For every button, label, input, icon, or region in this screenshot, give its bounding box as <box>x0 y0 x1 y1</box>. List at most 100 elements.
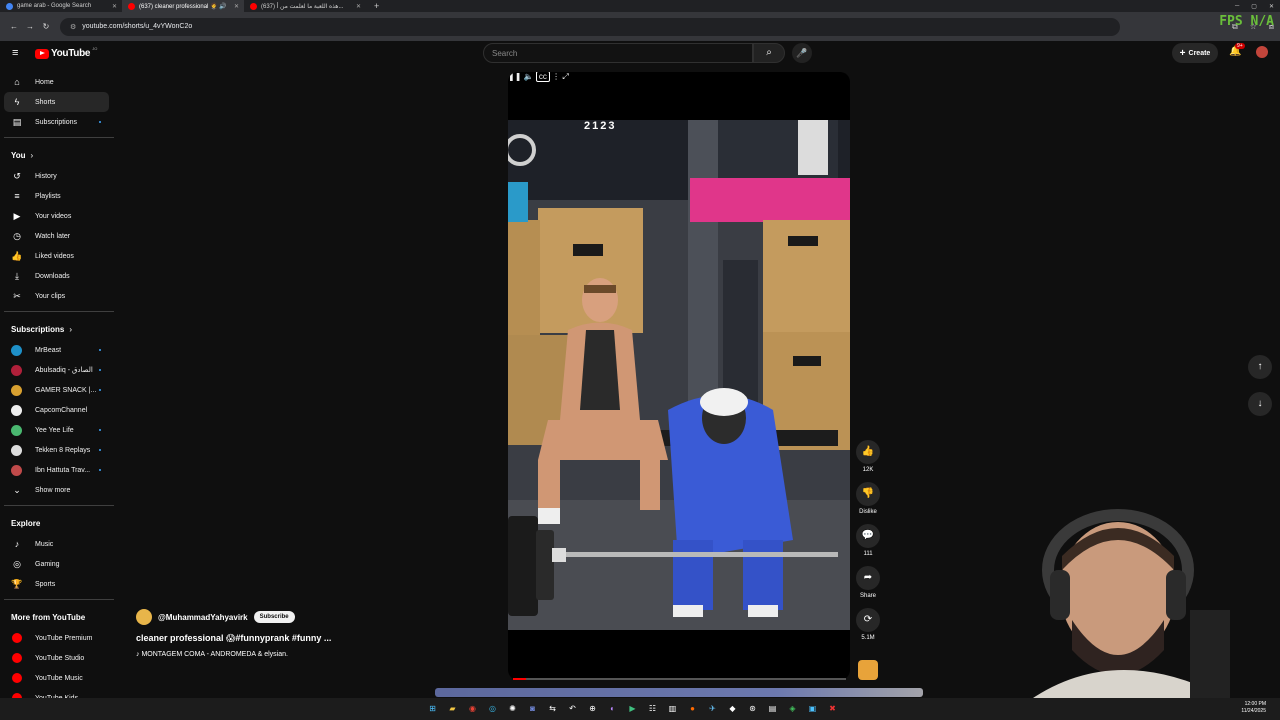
sidebar-subscription-tekken-8-replays[interactable]: Tekken 8 Replays <box>4 440 109 460</box>
reload-icon[interactable]: ↻ <box>38 22 54 31</box>
short-music[interactable]: ♪ MONTAGEM COMA - ANDROMEDA & elysian. <box>136 651 331 658</box>
sidebar-item-music[interactable]: ♪ Music <box>4 534 109 554</box>
windows-start-icon[interactable]: ⊞ <box>425 701 440 716</box>
youtube-logo[interactable]: YouTube JO <box>35 46 97 59</box>
voice-search-button[interactable]: 🎤 <box>792 43 812 63</box>
sidebar-item-youtube-music[interactable]: YouTube Music <box>4 668 109 688</box>
sidebar-item-playlists[interactable]: ≡ Playlists <box>4 186 109 206</box>
sidebar-subscription-abulsadiq[interactable]: Abulsadiq - الصادق <box>4 360 109 380</box>
sidebar-item-history[interactable]: ↺ History <box>4 166 109 186</box>
app-icon[interactable]: ▣ <box>805 701 820 716</box>
channel-name[interactable]: @MuhammadYahyavirk <box>158 613 248 622</box>
sidebar-item-gaming[interactable]: ◎ Gaming <box>4 554 109 574</box>
remix-icon: ⟳ <box>856 608 880 632</box>
chrome-icon[interactable]: ◉ <box>465 701 480 716</box>
sidebar-item-downloads[interactable]: ⤓ Downloads <box>4 266 109 286</box>
app-icon[interactable]: ◆ <box>725 701 740 716</box>
sidebar-item-subscriptions[interactable]: ▤ Subscriptions <box>4 112 109 132</box>
app-icon[interactable]: ✖ <box>825 701 840 716</box>
discord-icon[interactable]: ◙ <box>525 701 540 716</box>
sidebar-item-sports[interactable]: 🏆 Sports <box>4 574 109 594</box>
previous-short-button[interactable]: ↑ <box>1248 355 1272 379</box>
sidebar-item-label: Sports <box>35 580 56 588</box>
account-avatar[interactable] <box>1256 46 1268 58</box>
sidebar-subscription-capcomchannel[interactable]: CapcomChannel <box>4 400 109 420</box>
forward-icon[interactable]: → <box>22 22 38 31</box>
app-icon[interactable]: ⊛ <box>745 701 760 716</box>
steam-icon[interactable]: ✈ <box>705 701 720 716</box>
sidebar-item-your-clips[interactable]: ✂ Your clips <box>4 286 109 306</box>
dislike-icon: 👎 <box>856 482 880 506</box>
sidebar-subscription-mrbeast[interactable]: MrBeast <box>4 340 109 360</box>
dislike-button[interactable]: 👎 Dislike <box>856 482 880 515</box>
sidebar-subscription-ibn-hattuta-trav[interactable]: Ibn Hattuta Trav... <box>4 460 109 480</box>
volume-icon[interactable]: 🔈 <box>524 72 534 81</box>
remix-button[interactable]: ⟳ 5.1M <box>856 608 880 641</box>
short-title[interactable]: cleaner professional 😱#funnyprank #funny… <box>136 633 331 644</box>
video-frame[interactable] <box>508 120 850 630</box>
back-icon[interactable]: ← <box>6 22 22 31</box>
you-section-heading[interactable]: You › <box>0 144 115 166</box>
captions-icon[interactable]: cc <box>535 72 550 82</box>
new-tab-icon[interactable]: + <box>366 1 379 11</box>
share-button[interactable]: ➦ Share <box>856 566 880 599</box>
sidebar-item-watch-later[interactable]: ◷ Watch later <box>4 226 109 246</box>
sidebar-subscription-gamer-snack[interactable]: GAMER SNACK |... <box>4 380 109 400</box>
app-icon[interactable]: ● <box>685 701 700 716</box>
pause-icon[interactable]: ❚❚ <box>508 72 521 81</box>
file-explorer-icon[interactable]: ▰ <box>445 701 460 716</box>
maximize-icon[interactable]: ▢ <box>1251 3 1257 10</box>
tab-close-icon[interactable]: ✕ <box>356 3 361 10</box>
fullscreen-icon[interactable]: ⤢ <box>562 72 568 81</box>
next-short-button[interactable]: ↓ <box>1248 392 1272 416</box>
channel-avatar[interactable] <box>136 609 152 625</box>
video-counter-text: 2123 <box>584 120 617 132</box>
menu-icon[interactable]: ≡ <box>12 47 18 59</box>
sidebar-item-your-videos[interactable]: ▶ Your videos <box>4 206 109 226</box>
video-progress-bar[interactable] <box>513 678 846 680</box>
app-icon[interactable]: ⊕ <box>585 701 600 716</box>
sidebar-item-liked-videos[interactable]: 👍 Liked videos <box>4 246 109 266</box>
sidebar-item-home[interactable]: ⌂ Home <box>4 72 109 92</box>
tab-close-icon[interactable]: ✕ <box>112 3 117 10</box>
system-clock[interactable]: 12:00 PM 11/24/2025 <box>1241 701 1266 715</box>
app-icon[interactable]: ⇆ <box>545 701 560 716</box>
new-content-dot <box>99 349 101 351</box>
like-button[interactable]: 👍 12K <box>856 440 880 473</box>
sidebar-item-youtube-studio[interactable]: YouTube Studio <box>4 648 109 668</box>
site-info-icon[interactable]: ⚙ <box>70 23 76 31</box>
app-icon[interactable]: ▥ <box>665 701 680 716</box>
obs-icon[interactable]: ◐ <box>605 701 620 716</box>
comments-button[interactable]: 💬 111 <box>856 524 880 557</box>
url-input[interactable]: ⚙ youtube.com/shorts/u_4vYWonC2o <box>60 17 1120 36</box>
app-icon[interactable]: ↶ <box>565 701 580 716</box>
search-input[interactable]: Search <box>483 43 753 63</box>
tab-close-icon[interactable]: ✕ <box>234 3 239 10</box>
sidebar-divider <box>4 311 114 312</box>
browser-tab-youtube-active[interactable]: (637) cleaner professional 🤵 🔊 ✕ <box>122 0 244 12</box>
create-button[interactable]: + Create <box>1172 43 1218 63</box>
sound-thumbnail[interactable] <box>858 660 878 680</box>
app-icon[interactable]: ☷ <box>645 701 660 716</box>
app-icon[interactable]: ✺ <box>505 701 520 716</box>
app-icon[interactable]: ▶ <box>625 701 640 716</box>
browser-tab-youtube-2[interactable]: (637) هذه اللعبة ما لعلمت من أ... ✕ <box>244 0 366 12</box>
edge-icon[interactable]: ◎ <box>485 701 500 716</box>
search-button[interactable]: ⌕ <box>753 43 785 63</box>
show-more-button[interactable]: ⌄ Show more <box>4 480 109 500</box>
app-icon[interactable]: ▤ <box>765 701 780 716</box>
downloads-icon: ⤓ <box>15 270 19 281</box>
sidebar-item-shorts[interactable]: ϟ Shorts <box>4 92 109 112</box>
subscribe-button[interactable]: Subscribe <box>253 611 295 623</box>
sidebar: ⌂ Home ϟ Shorts ▤ Subscriptions You › ↺ History… <box>0 72 115 708</box>
subscriptions-heading[interactable]: Subscriptions › <box>0 318 115 340</box>
sidebar-item-youtube-premium[interactable]: YouTube Premium <box>4 628 109 648</box>
notifications-button[interactable]: 🔔 9+ <box>1229 43 1245 57</box>
sidebar-subscription-yee-yee-life[interactable]: Yee Yee Life <box>4 420 109 440</box>
more-options-icon[interactable]: ⋮ <box>552 72 560 81</box>
app-icon[interactable]: ◈ <box>785 701 800 716</box>
sidebar-divider <box>4 599 114 600</box>
close-window-icon[interactable]: ✕ <box>1269 3 1274 10</box>
minimize-icon[interactable]: ─ <box>1235 3 1239 9</box>
browser-tab-google[interactable]: game arab - Google Search ✕ <box>0 0 122 12</box>
